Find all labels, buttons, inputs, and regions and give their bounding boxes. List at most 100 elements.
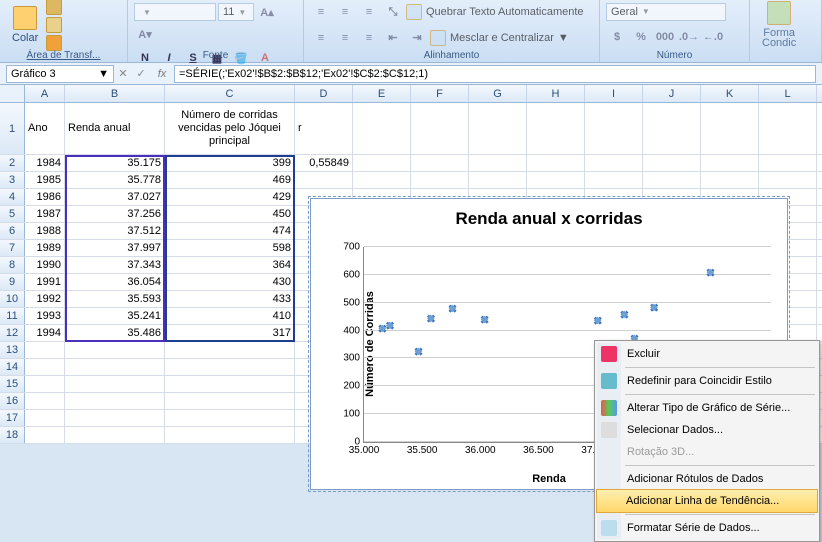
menu-item-format-series[interactable]: Formatar Série de Dados... [597, 517, 817, 539]
cell[interactable]: 35.778 [65, 172, 165, 188]
cell[interactable]: 35.175 [65, 155, 165, 171]
dec-decimal-button[interactable]: ←.0 [702, 27, 724, 47]
number-format-combo[interactable]: Geral▼ [606, 3, 726, 21]
cell[interactable]: 364 [165, 257, 295, 273]
align-right-button[interactable]: ≡ [358, 28, 380, 48]
cell[interactable]: 37.512 [65, 223, 165, 239]
cell[interactable]: 598 [165, 240, 295, 256]
chart-data-point[interactable] [428, 316, 438, 326]
col-header[interactable]: H [527, 85, 585, 102]
copy-icon[interactable] [46, 17, 62, 33]
row-header[interactable]: 7 [0, 240, 25, 256]
cell[interactable]: 1987 [25, 206, 65, 222]
cell[interactable]: 1994 [25, 325, 65, 341]
font-size-combo[interactable]: 11▼ [218, 3, 254, 21]
cell[interactable]: 450 [165, 206, 295, 222]
col-header[interactable]: K [701, 85, 759, 102]
merge-label[interactable]: Mesclar e Centralizar [450, 32, 554, 44]
cell[interactable]: 474 [165, 223, 295, 239]
indent-inc-button[interactable]: ⇥ [406, 28, 428, 48]
menu-item-reset-style[interactable]: Redefinir para Coincidir Estilo [597, 370, 817, 392]
chart-data-point[interactable] [387, 323, 397, 333]
cell[interactable]: Renda anual [65, 103, 165, 154]
format-painter-icon[interactable] [46, 35, 62, 51]
paste-button[interactable]: Colar [6, 4, 44, 46]
cell[interactable]: 35.593 [65, 291, 165, 307]
align-center-button[interactable]: ≡ [334, 28, 356, 48]
chart-data-point[interactable] [482, 317, 492, 327]
select-all-corner[interactable] [0, 85, 25, 102]
grow-font-button[interactable]: A▴ [256, 2, 278, 22]
font-name-combo[interactable]: ▼ [134, 3, 216, 21]
row-header[interactable]: 13 [0, 342, 25, 358]
align-bottom-button[interactable]: ≡ [358, 2, 380, 22]
chart-data-point[interactable] [416, 349, 426, 359]
cell[interactable]: 399 [165, 155, 295, 171]
cell[interactable]: 1988 [25, 223, 65, 239]
inc-decimal-button[interactable]: .0→ [678, 27, 700, 47]
col-header[interactable]: D [295, 85, 353, 102]
cell[interactable]: 37.343 [65, 257, 165, 273]
cell[interactable]: 317 [165, 325, 295, 341]
cell[interactable]: 1993 [25, 308, 65, 324]
cell[interactable]: 429 [165, 189, 295, 205]
cell[interactable]: 1985 [25, 172, 65, 188]
row-header[interactable]: 10 [0, 291, 25, 307]
row-header[interactable]: 14 [0, 359, 25, 375]
menu-item-change-chart-type[interactable]: Alterar Tipo de Gráfico de Série... [597, 397, 817, 419]
row-header[interactable]: 16 [0, 393, 25, 409]
percent-button[interactable]: % [630, 27, 652, 47]
cell[interactable]: 37.256 [65, 206, 165, 222]
row-header[interactable]: 11 [0, 308, 25, 324]
cell[interactable]: 430 [165, 274, 295, 290]
row-header[interactable]: 12 [0, 325, 25, 341]
cell[interactable]: 1990 [25, 257, 65, 273]
chart-data-point[interactable] [708, 270, 718, 280]
indent-dec-button[interactable]: ⇤ [382, 28, 404, 48]
row-header[interactable]: 6 [0, 223, 25, 239]
row-header[interactable]: 5 [0, 206, 25, 222]
cell[interactable]: 35.486 [65, 325, 165, 341]
align-top-button[interactable]: ≡ [310, 2, 332, 22]
conditional-formatting-button[interactable]: Forma Condic [756, 0, 802, 51]
cell[interactable]: Ano [25, 103, 65, 154]
row-header[interactable]: 4 [0, 189, 25, 205]
cell[interactable]: 1984 [25, 155, 65, 171]
fx-icon[interactable]: fx [154, 68, 170, 80]
cell[interactable]: 0,55849 [295, 155, 353, 171]
row-header[interactable]: 8 [0, 257, 25, 273]
cell[interactable]: 433 [165, 291, 295, 307]
shrink-font-button[interactable]: A▾ [134, 24, 156, 44]
col-header[interactable]: L [759, 85, 817, 102]
name-box[interactable]: Gráfico 3 ▼ [6, 65, 114, 83]
col-header[interactable]: J [643, 85, 701, 102]
cell[interactable]: 35.241 [65, 308, 165, 324]
cell[interactable]: 37.997 [65, 240, 165, 256]
row-header[interactable]: 3 [0, 172, 25, 188]
row-header[interactable]: 9 [0, 274, 25, 290]
cell[interactable]: 1989 [25, 240, 65, 256]
col-header[interactable]: G [469, 85, 527, 102]
clipboard-group-label[interactable]: Área de Transf... [0, 50, 127, 61]
row-header[interactable]: 18 [0, 427, 25, 443]
chart-data-point[interactable] [621, 312, 631, 322]
menu-item-delete[interactable]: Excluir [597, 343, 817, 365]
align-middle-button[interactable]: ≡ [334, 2, 356, 22]
confirm-icon[interactable]: ✓ [132, 67, 150, 80]
cell[interactable]: 1986 [25, 189, 65, 205]
cell[interactable]: r [295, 103, 353, 154]
comma-button[interactable]: 000 [654, 27, 676, 47]
col-header[interactable]: A [25, 85, 65, 102]
chevron-down-icon[interactable]: ▼ [98, 68, 109, 80]
col-header[interactable]: B [65, 85, 165, 102]
chart-data-point[interactable] [449, 306, 459, 316]
col-header[interactable]: E [353, 85, 411, 102]
align-left-button[interactable]: ≡ [310, 28, 332, 48]
cell[interactable]: 37.027 [65, 189, 165, 205]
chart-data-point[interactable] [651, 305, 661, 315]
row-header[interactable]: 17 [0, 410, 25, 426]
row-header[interactable]: 2 [0, 155, 25, 171]
cancel-icon[interactable]: ✕ [114, 67, 132, 80]
currency-button[interactable]: $ [606, 27, 628, 47]
wrap-text-label[interactable]: Quebrar Texto Automaticamente [426, 6, 584, 18]
